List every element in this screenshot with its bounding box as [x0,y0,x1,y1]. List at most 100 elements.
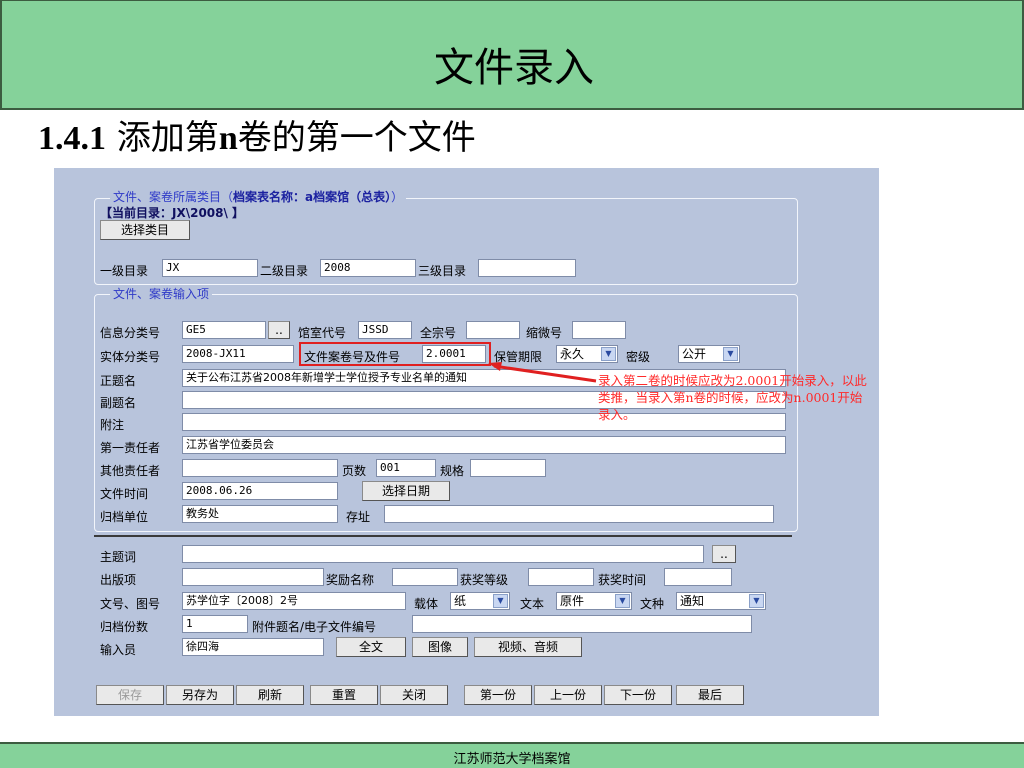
doc-number-label: 文号、图号 [100,597,161,611]
current-directory: 【当前目录：JX\2008\ 】 [100,206,245,220]
chevron-down-icon: ▼ [723,347,738,361]
image-button[interactable]: 图像 [412,637,468,657]
level2-label: 二级目录 [260,264,309,278]
award-name-input[interactable] [392,568,458,586]
award-level-input[interactable] [528,568,594,586]
text-label: 文本 [520,597,545,611]
fonds-input[interactable] [466,321,520,339]
room-code-input[interactable]: JSSD [358,321,412,339]
publish-label: 出版项 [100,573,137,587]
info-class-input[interactable]: GE5 [182,321,266,339]
footer-text: 江苏师范大学档案馆 [453,752,571,767]
file-number-label: 文件案卷号及件号 [304,350,401,364]
reset-button[interactable]: 重置 [310,685,378,705]
section-divider [94,535,792,537]
select-date-button[interactable]: 选择日期 [362,481,450,501]
award-time-input[interactable] [664,568,732,586]
award-name-label: 奖励名称 [326,573,375,587]
carrier-label: 载体 [414,597,439,611]
attachment-input[interactable] [412,615,752,633]
spec-label: 规格 [440,464,465,478]
chevron-down-icon: ▼ [601,347,616,361]
pages-label: 页数 [342,464,367,478]
other-responsible-label: 其他责任者 [100,464,161,478]
file-time-input[interactable]: 2008.06.26 [182,482,338,500]
carrier-select[interactable]: 纸 ▼ [450,592,510,610]
slide-title: 文件录入 [434,45,594,91]
close-button[interactable]: 关闭 [380,685,448,705]
pages-input[interactable]: 001 [376,459,436,477]
inputter-label: 输入员 [100,643,137,657]
location-input[interactable] [384,505,774,523]
archive-unit-label: 归档单位 [100,510,149,524]
spec-input[interactable] [470,459,546,477]
subject-browse-button[interactable]: .. [712,545,736,563]
room-code-label: 馆室代号 [298,326,347,340]
subtitle-number: 1.4.1 [38,120,106,157]
first-responsible-label: 第一责任者 [100,441,161,455]
microfilm-label: 缩微号 [526,326,563,340]
fulltext-button[interactable]: 全文 [336,637,406,657]
info-class-browse-button[interactable]: .. [268,321,290,339]
attachment-label: 附件题名/电子文件编号 [252,620,377,634]
first-record-button[interactable]: 第一份 [464,685,532,705]
doc-number-input[interactable]: 苏学位字〔2008〕2号 [182,592,406,610]
secret-label: 密级 [626,350,651,364]
title-bar: 文件录入 [0,0,1024,110]
subtitle-n: n [218,120,238,157]
other-responsible-input[interactable] [182,459,338,477]
input-legend: 文件、案卷输入项 [110,285,213,302]
save-button[interactable]: 保存 [96,685,164,705]
level1-input[interactable]: JX [162,259,258,277]
slide: 文件录入 1.4.1 添加第n卷的第一个文件 文件、案卷所属类目（档案表名称：a… [0,0,1024,768]
previous-record-button[interactable]: 上一份 [534,685,602,705]
copies-input[interactable]: 1 [182,615,248,633]
doc-type-label: 文种 [640,597,665,611]
copies-label: 归档份数 [100,620,149,634]
archive-unit-input[interactable]: 教务处 [182,505,338,523]
video-audio-button[interactable]: 视频、音频 [474,637,582,657]
location-label: 存址 [346,510,371,524]
subtitle-rest: 卷的第一个文件 [237,118,476,158]
fonds-label: 全宗号 [420,326,457,340]
slide-subtitle: 1.4.1 添加第n卷的第一个文件 [38,110,476,159]
secret-select[interactable]: 公开 ▼ [678,345,740,363]
level2-input[interactable]: 2008 [320,259,416,277]
chevron-down-icon: ▼ [749,594,764,608]
entity-class-input[interactable]: 2008-JX11 [182,345,294,363]
annotation-text: 录入第二卷的时候应改为2.0001开始录入，以此类推，当录入第n卷的时候，应改为… [598,373,867,422]
retention-select[interactable]: 永久 ▼ [556,345,618,363]
subtitle-label: 副题名 [100,396,137,410]
retention-label: 保管期限 [494,350,543,364]
microfilm-input[interactable] [572,321,626,339]
chevron-down-icon: ▼ [615,594,630,608]
level1-label: 一级目录 [100,264,149,278]
select-category-button[interactable]: 选择类目 [100,220,190,240]
note-label: 附注 [100,418,125,432]
last-record-button[interactable]: 最后 [676,685,744,705]
subject-label: 主题词 [100,550,137,564]
file-entry-window: 文件、案卷所属类目（档案表名称：a档案馆（总表）） 【当前目录：JX\2008\… [54,168,879,716]
subject-input[interactable] [182,545,704,563]
file-time-label: 文件时间 [100,487,149,501]
save-as-button[interactable]: 另存为 [166,685,234,705]
level3-input[interactable] [478,259,576,277]
footer-bar: 江苏师范大学档案馆 [0,742,1024,768]
entity-class-label: 实体分类号 [100,350,161,364]
publish-input[interactable] [182,568,324,586]
subtitle-text: 添加第 [116,118,219,158]
file-number-input[interactable]: 2.0001 [422,345,486,363]
doc-type-select[interactable]: 通知 ▼ [676,592,766,610]
first-responsible-input[interactable]: 江苏省学位委员会 [182,436,786,454]
info-class-label: 信息分类号 [100,326,161,340]
chevron-down-icon: ▼ [493,594,508,608]
next-record-button[interactable]: 下一份 [604,685,672,705]
level3-label: 三级目录 [418,264,467,278]
award-level-label: 获奖等级 [460,573,509,587]
category-legend: 文件、案卷所属类目（档案表名称：a档案馆（总表）） [110,188,407,205]
award-time-label: 获奖时间 [598,573,647,587]
title-label: 正题名 [100,374,137,388]
text-select[interactable]: 原件 ▼ [556,592,632,610]
refresh-button[interactable]: 刷新 [236,685,304,705]
inputter-input[interactable]: 徐四海 [182,638,324,656]
